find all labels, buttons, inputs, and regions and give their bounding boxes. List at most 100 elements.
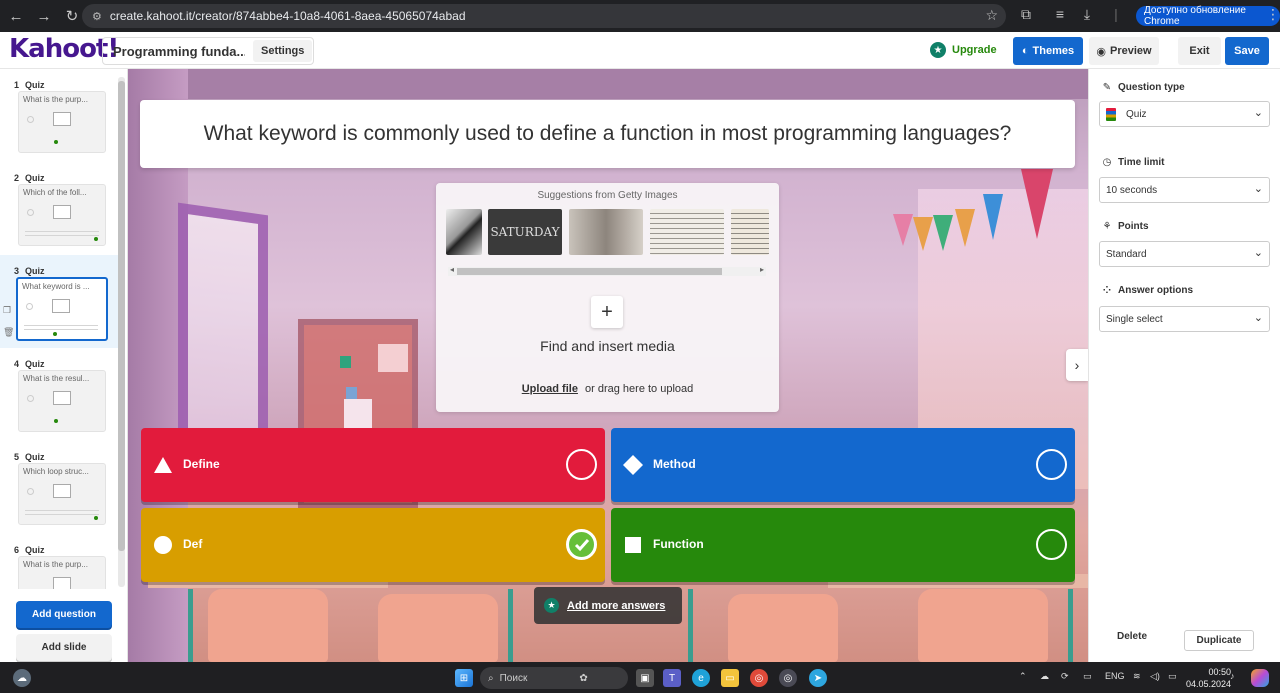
- answer-option-4[interactable]: Function: [611, 508, 1075, 582]
- scroll-right-icon[interactable]: ▸: [760, 265, 764, 274]
- add-media-button[interactable]: +: [591, 296, 623, 328]
- getty-scrollbar[interactable]: ◂ ▸: [448, 265, 766, 276]
- slide-item[interactable]: 2 Quiz Which of the foll...: [0, 162, 118, 255]
- getty-image-thumbnail[interactable]: [731, 209, 769, 255]
- display-icon[interactable]: ▭: [1083, 671, 1092, 682]
- bunting-flag: [1021, 169, 1053, 239]
- correct-answer-toggle[interactable]: [1036, 449, 1067, 480]
- task-view-icon[interactable]: ▣: [636, 669, 654, 687]
- duplicate-button[interactable]: Duplicate: [1184, 630, 1254, 651]
- getty-scrollbar-thumb[interactable]: [457, 268, 722, 275]
- add-question-button[interactable]: Add question: [16, 601, 112, 628]
- delete-button[interactable]: Delete: [1117, 631, 1147, 642]
- preview-button[interactable]: ◉ Preview: [1089, 37, 1159, 65]
- star-icon: ★: [930, 42, 946, 58]
- chrome-update-button[interactable]: Доступно обновление Chrome: [1136, 5, 1280, 27]
- extensions-icon[interactable]: ⧉: [1016, 6, 1036, 23]
- answer-text[interactable]: Method: [653, 457, 696, 471]
- weather-icon[interactable]: ☁: [13, 669, 31, 687]
- slide-thumbnail[interactable]: What is the resul...: [18, 370, 106, 432]
- system-clock[interactable]: 00:50 04.05.2024: [1186, 666, 1231, 690]
- slide-thumbnail[interactable]: Which loop struc...: [18, 463, 106, 525]
- answer-option-1[interactable]: Define: [141, 428, 605, 502]
- teams-icon[interactable]: T: [663, 669, 681, 687]
- slide-header: 4 Quiz: [14, 359, 45, 369]
- correct-answer-toggle-checked[interactable]: [566, 529, 597, 560]
- back-icon[interactable]: ←: [4, 4, 28, 28]
- scrollbar-thumb[interactable]: [118, 81, 125, 551]
- slide-item[interactable]: 5 Quiz Which loop struc...: [0, 441, 118, 534]
- reload-icon[interactable]: ↻: [60, 4, 84, 28]
- save-button[interactable]: Save: [1225, 37, 1269, 65]
- slide-thumbnail[interactable]: What is the purp...: [18, 91, 106, 153]
- site-info-icon[interactable]: ⚙: [92, 10, 102, 23]
- copilot-icon[interactable]: [1251, 669, 1269, 687]
- add-slide-button[interactable]: Add slide: [16, 634, 112, 661]
- time-limit-label: Time limit: [1118, 157, 1165, 168]
- settings-button[interactable]: Settings: [253, 40, 313, 62]
- question-settings-panel: ✎ Question type Quiz ⌄ ◷ Time limit 10 s…: [1088, 69, 1280, 662]
- taskbar-search-input[interactable]: ⌕ Поиск ✿: [480, 667, 628, 689]
- sync-icon[interactable]: ⟳: [1061, 671, 1069, 682]
- address-bar[interactable]: ⚙ create.kahoot.it/creator/874abbe4-10a8…: [82, 4, 1006, 28]
- getty-image-thumbnail[interactable]: [446, 209, 482, 255]
- answer-option-2[interactable]: Method: [611, 428, 1075, 502]
- correct-answer-toggle[interactable]: [1036, 529, 1067, 560]
- getty-image-thumbnail[interactable]: SATURDAY: [488, 209, 562, 255]
- download-icon[interactable]: ⤓: [1077, 6, 1097, 23]
- scroll-left-icon[interactable]: ◂: [450, 265, 454, 274]
- edge-icon[interactable]: e: [692, 669, 710, 687]
- answer-text[interactable]: Def: [183, 537, 202, 551]
- collapse-panel-chevron-icon[interactable]: ›: [1066, 349, 1088, 381]
- slide-item[interactable]: 6 Quiz What is the purp...: [0, 534, 118, 589]
- windows-start-icon[interactable]: ⊞: [455, 669, 473, 687]
- slide-thumbnail[interactable]: What is the purp...: [18, 556, 106, 589]
- getty-image-thumbnail[interactable]: [569, 209, 643, 255]
- slide-item[interactable]: 4 Quiz What is the resul...: [0, 348, 118, 441]
- wifi-icon[interactable]: ≋: [1133, 671, 1141, 682]
- tab-search-icon[interactable]: ≡: [1050, 6, 1070, 22]
- upload-file-link[interactable]: Upload file: [522, 383, 578, 395]
- answer-option-3[interactable]: Def: [141, 508, 605, 582]
- chrome-icon[interactable]: ◎: [750, 669, 768, 687]
- chevron-up-icon[interactable]: ⌃: [1019, 671, 1027, 682]
- forward-icon[interactable]: →: [32, 4, 56, 28]
- chrome-active-icon[interactable]: ◎: [779, 669, 797, 687]
- bookmark-star-icon[interactable]: ☆: [985, 7, 998, 24]
- onedrive-icon[interactable]: ☁: [1040, 671, 1049, 682]
- time-limit-select[interactable]: 10 seconds ⌄: [1099, 177, 1270, 203]
- upgrade-button[interactable]: ★ Upgrade: [930, 42, 997, 58]
- slide-thumbnail[interactable]: Which of the foll...: [18, 184, 106, 246]
- file-explorer-icon[interactable]: ▭: [721, 669, 739, 687]
- answer-text[interactable]: Function: [653, 537, 704, 551]
- battery-icon[interactable]: ▭: [1168, 671, 1177, 682]
- slide-item-active[interactable]: 3 Quiz ❐ 🗑 What keyword is ...: [0, 255, 118, 348]
- question-type-heading: ✎ Question type: [1101, 82, 1185, 93]
- language-indicator[interactable]: ENG: [1105, 671, 1125, 681]
- question-title-field[interactable]: What keyword is commonly used to define …: [140, 100, 1075, 168]
- volume-icon[interactable]: ◁): [1150, 671, 1160, 682]
- add-more-answers-label: Add more answers: [567, 599, 666, 612]
- kahoot-title-field[interactable]: Programming funda... Settings: [102, 37, 314, 65]
- correct-answer-toggle[interactable]: [566, 449, 597, 480]
- duplicate-slide-icon[interactable]: ❐: [3, 305, 11, 316]
- points-value: Standard: [1106, 248, 1147, 260]
- slide-item[interactable]: 1 Quiz What is the purp...: [0, 69, 118, 162]
- themes-button[interactable]: ◐ Themes: [1013, 37, 1083, 65]
- telegram-icon[interactable]: ➤: [809, 669, 827, 687]
- answer-lines: [25, 510, 99, 515]
- slide-thumbnail[interactable]: What keyword is ...: [16, 277, 108, 341]
- answer-options-heading: ⁘ Answer options: [1101, 285, 1193, 296]
- getty-image-thumbnail[interactable]: [650, 209, 724, 255]
- delete-slide-icon[interactable]: 🗑: [3, 327, 14, 338]
- menu-icon[interactable]: ⋮: [1266, 6, 1280, 23]
- background-chair: [728, 594, 838, 662]
- question-type-select[interactable]: Quiz ⌄: [1099, 101, 1270, 127]
- points-select[interactable]: Standard ⌄: [1099, 241, 1270, 267]
- notification-bell-icon[interactable]: ♪: [1230, 671, 1235, 681]
- add-more-answers-button[interactable]: ★ Add more answers: [534, 587, 682, 624]
- answer-options-select[interactable]: Single select ⌄: [1099, 306, 1270, 332]
- exit-button[interactable]: Exit: [1178, 37, 1221, 65]
- answer-text[interactable]: Define: [183, 457, 220, 471]
- sidebar-scrollbar[interactable]: [118, 77, 125, 587]
